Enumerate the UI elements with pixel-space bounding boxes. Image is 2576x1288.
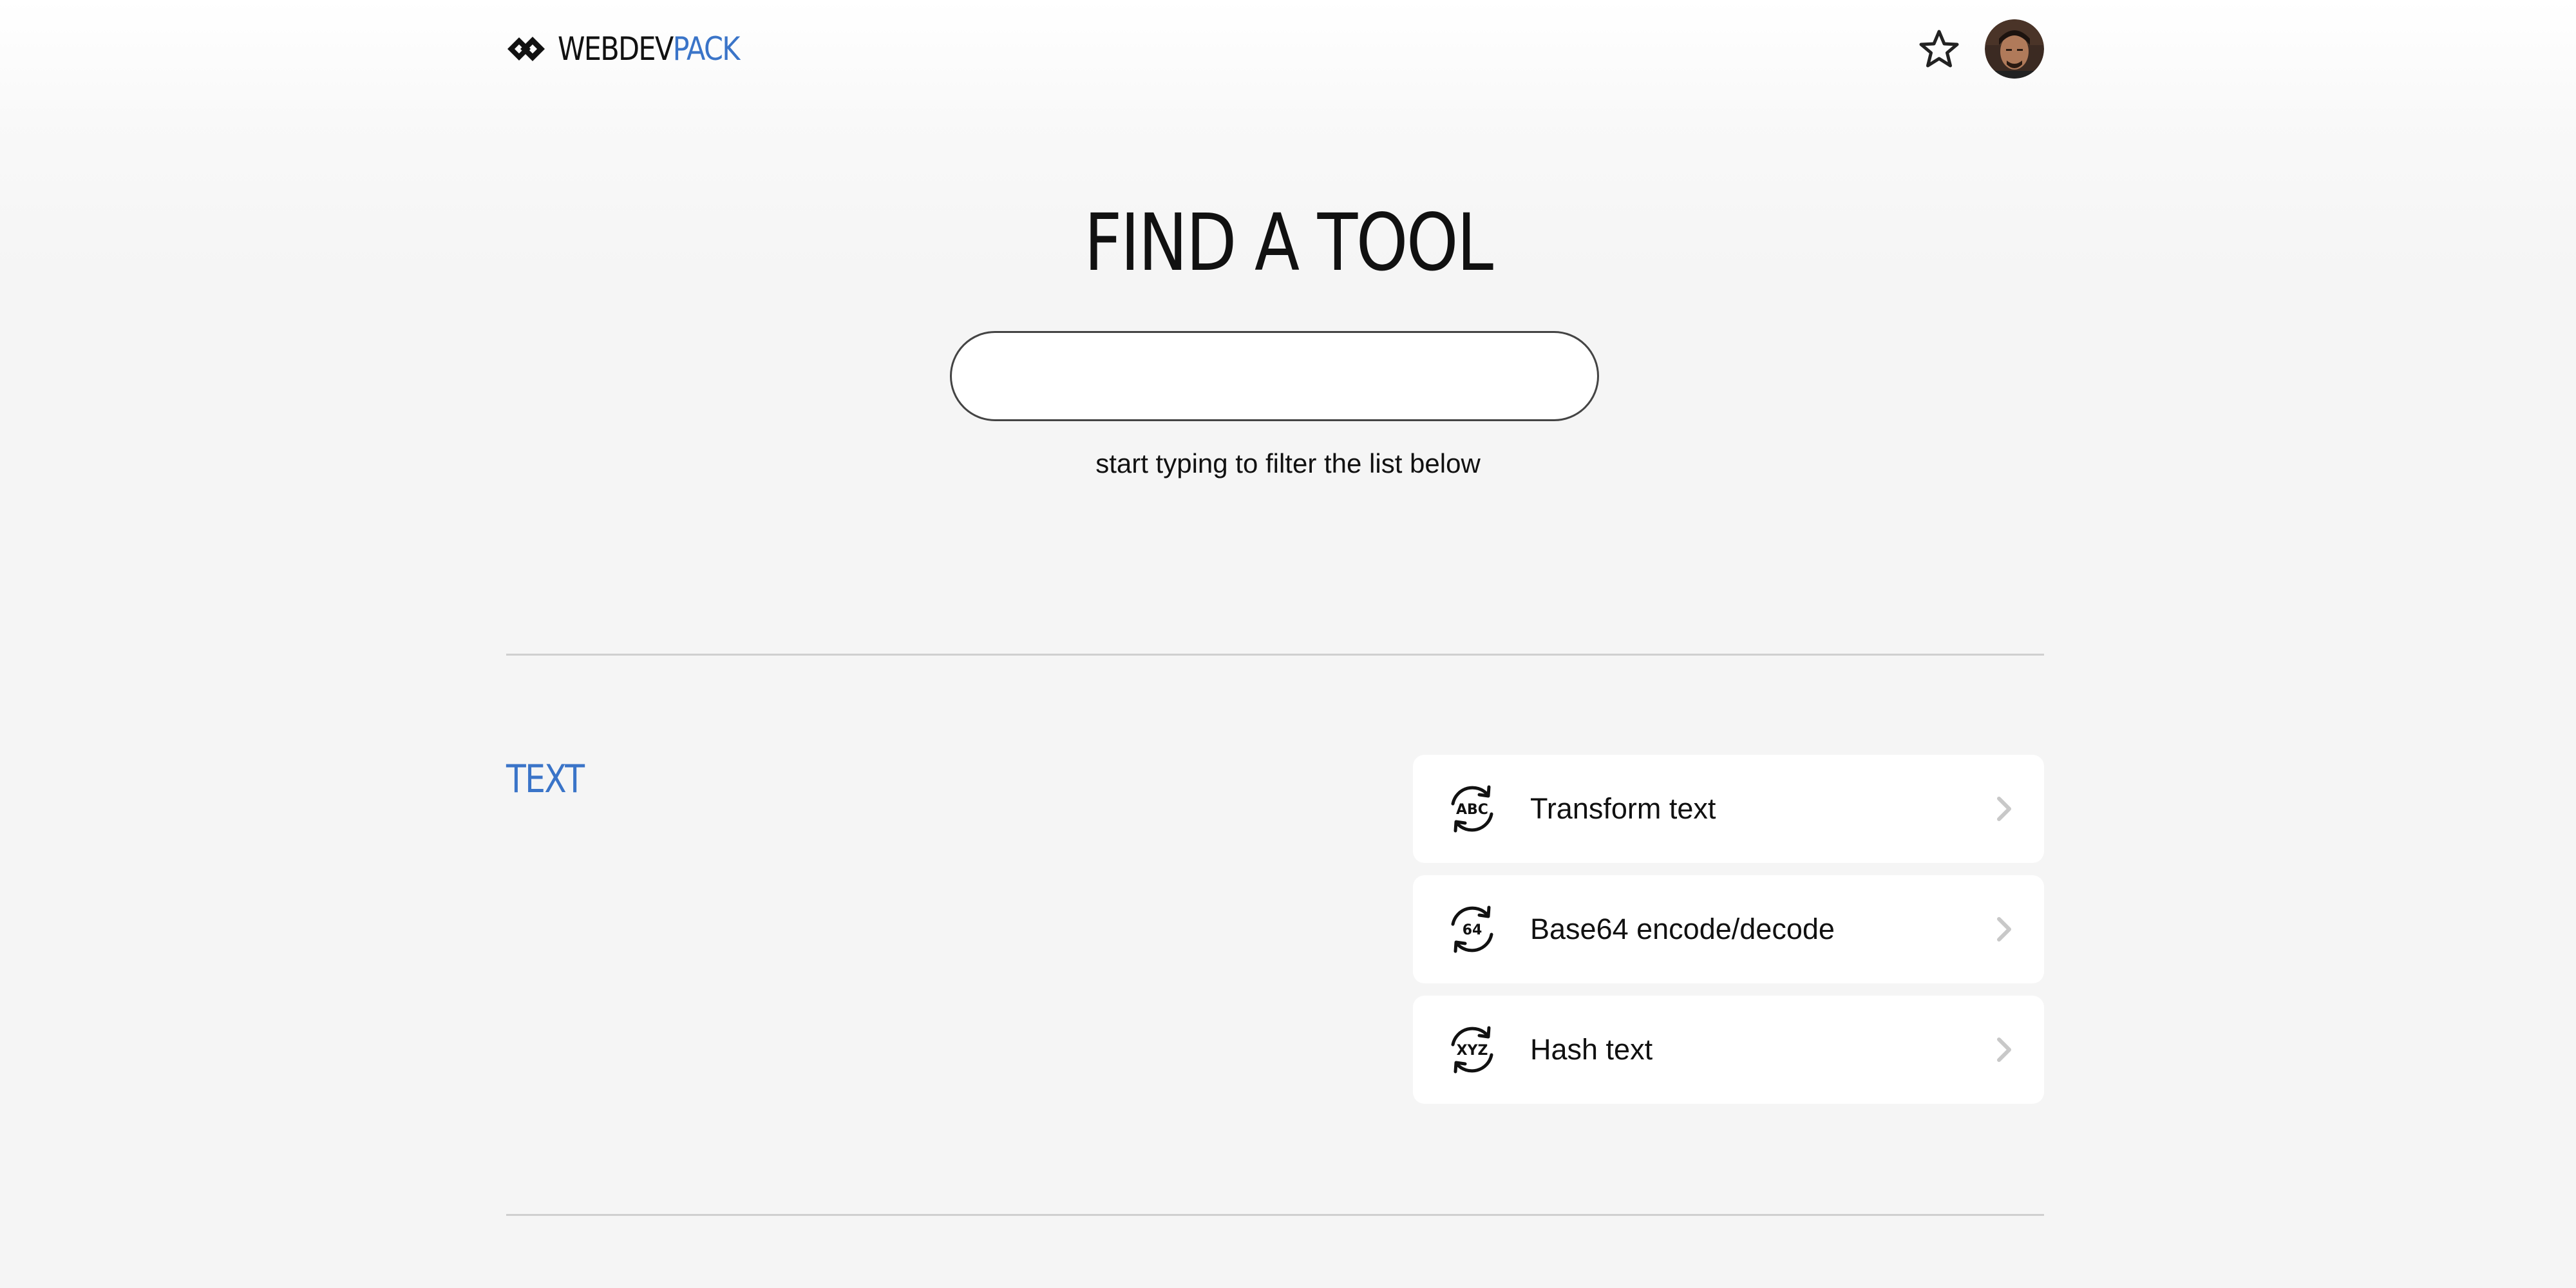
svg-text:XYZ: XYZ: [1457, 1043, 1488, 1059]
search-hint: start typing to filter the list below: [1095, 448, 1481, 478]
favorites-button[interactable]: [1917, 26, 1962, 71]
chevron-right-icon: [1997, 917, 2011, 942]
star-icon: [1919, 30, 1959, 68]
header-actions: [1917, 19, 2044, 79]
svg-text:64: 64: [1463, 922, 1482, 938]
tool-search-input[interactable]: [950, 331, 1599, 421]
site-logo[interactable]: WEBDEVPACK: [506, 26, 769, 72]
section-divider: [506, 1214, 2044, 1216]
tool-label: Transform text: [1530, 792, 1716, 825]
section-title-text: TEXT: [506, 757, 585, 802]
refresh-64-icon: 64: [1451, 905, 1493, 953]
tool-list-text: ABC Transform text 64 Base64 encode/deco…: [1413, 755, 2044, 1116]
chevron-right-icon: [1997, 1037, 2011, 1062]
tool-label: Base64 encode/decode: [1530, 913, 1835, 945]
user-avatar[interactable]: [1985, 19, 2044, 79]
page-title: FIND A TOOL: [1084, 197, 1493, 289]
logo-text: WEBDEVPACK: [558, 30, 741, 68]
logo-word-pack: PACK: [672, 30, 741, 68]
svg-text:ABC: ABC: [1456, 802, 1488, 818]
logo-word-webdev: WEBDEV: [558, 30, 674, 68]
tool-card-base64[interactable]: 64 Base64 encode/decode: [1413, 875, 2044, 983]
logo-diamonds-icon: [507, 37, 545, 61]
tool-label: Hash text: [1530, 1033, 1653, 1066]
site-header: WEBDEVPACK: [506, 19, 2044, 79]
chevron-right-icon: [1997, 797, 2011, 821]
tool-card-transform-text[interactable]: ABC Transform text: [1413, 755, 2044, 863]
refresh-xyz-icon: XYZ: [1451, 1026, 1493, 1074]
section-divider: [506, 654, 2044, 656]
tool-card-hash-text[interactable]: XYZ Hash text: [1413, 996, 2044, 1104]
refresh-abc-icon: ABC: [1451, 785, 1493, 833]
